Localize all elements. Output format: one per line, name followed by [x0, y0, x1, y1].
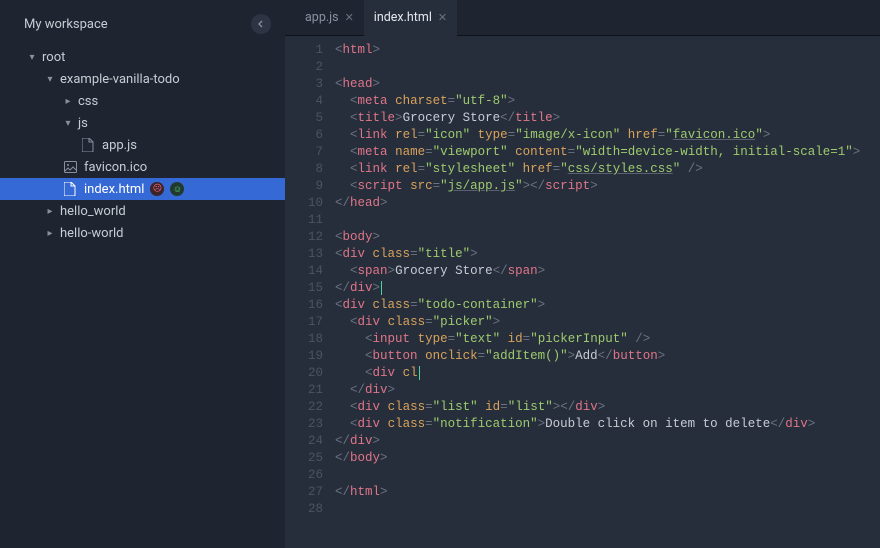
tree-label: index.html — [84, 182, 144, 197]
tree-label: app.js — [102, 138, 137, 153]
chevron-right-icon: ▸ — [44, 228, 56, 239]
file-icon — [62, 181, 78, 197]
image-icon — [62, 159, 78, 175]
file-icon — [80, 137, 96, 153]
tree-file-favicon[interactable]: favicon.ico — [0, 156, 285, 178]
chevron-down-icon: ▾ — [26, 52, 38, 63]
tab-label: app.js — [305, 10, 339, 25]
code-editor[interactable]: 1234567891011121314151617181920212223242… — [285, 36, 880, 548]
tab-indexhtml[interactable]: index.html ✕ — [364, 0, 457, 36]
badge-ok-icon: ☺ — [170, 182, 184, 196]
tree-folder-hello-underscore[interactable]: ▸ hello_world — [0, 200, 285, 222]
tree-label: favicon.ico — [84, 160, 147, 175]
tree-label: example-vanilla-todo — [60, 72, 180, 87]
tree-label: root — [42, 50, 65, 65]
chevron-down-icon: ▾ — [62, 118, 74, 129]
tree-file-index[interactable]: index.html ☹ ☺ — [0, 178, 285, 200]
sidebar: My workspace ▾ root ▾ example-vanilla-to… — [0, 0, 285, 548]
chevron-left-icon — [257, 20, 265, 28]
tree-folder-js[interactable]: ▾ js — [0, 112, 285, 134]
tab-appjs[interactable]: app.js ✕ — [295, 0, 364, 36]
tree-folder-root[interactable]: ▾ root — [0, 46, 285, 68]
tree-folder-example[interactable]: ▾ example-vanilla-todo — [0, 68, 285, 90]
tree-folder-hello-dash[interactable]: ▸ hello-world — [0, 222, 285, 244]
chevron-right-icon: ▸ — [62, 96, 74, 107]
tree-label: css — [78, 94, 98, 109]
file-tree: ▾ root ▾ example-vanilla-todo ▸ css ▾ js… — [0, 44, 285, 244]
chevron-right-icon: ▸ — [44, 206, 56, 217]
tree-label: js — [78, 116, 88, 131]
chevron-down-icon: ▾ — [44, 74, 56, 85]
badge-error-icon: ☹ — [150, 182, 164, 196]
editor-pane: app.js ✕ index.html ✕ 123456789101112131… — [285, 0, 880, 548]
workspace-header: My workspace — [0, 14, 285, 44]
close-icon[interactable]: ✕ — [345, 11, 354, 24]
tree-file-appjs[interactable]: app.js — [0, 134, 285, 156]
tree-label: hello-world — [60, 226, 123, 241]
workspace-title: My workspace — [24, 17, 108, 32]
line-gutter: 1234567891011121314151617181920212223242… — [285, 36, 335, 548]
tree-label: hello_world — [60, 204, 126, 219]
tree-folder-css[interactable]: ▸ css — [0, 90, 285, 112]
collapse-sidebar-button[interactable] — [251, 14, 271, 34]
code-area[interactable]: <html> <head> <meta charset="utf-8"> <ti… — [335, 36, 880, 548]
tab-bar: app.js ✕ index.html ✕ — [285, 0, 880, 36]
close-icon[interactable]: ✕ — [438, 11, 447, 24]
tab-label: index.html — [374, 10, 432, 25]
